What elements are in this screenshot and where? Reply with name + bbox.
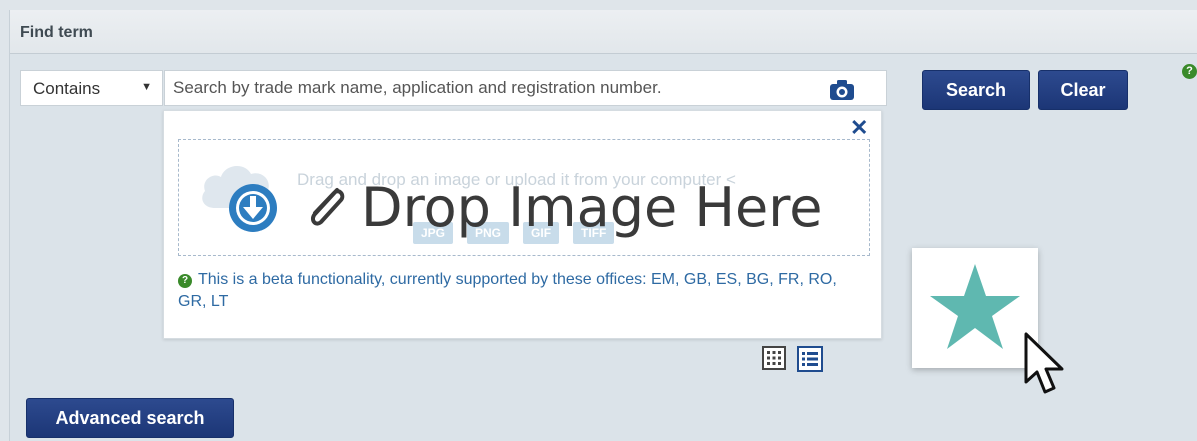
panel-header: Find term: [10, 10, 1197, 54]
chevron-down-icon: ▼: [141, 81, 152, 93]
beta-text: This is a beta functionality, currently …: [178, 271, 837, 310]
match-mode-select[interactable]: Contains ▼: [20, 70, 163, 106]
camera-icon[interactable]: [829, 79, 855, 101]
search-button[interactable]: Search: [922, 70, 1030, 110]
match-mode-value: Contains: [33, 79, 101, 98]
help-icon: ?: [178, 274, 192, 288]
beta-notice: ? This is a beta functionality, currently…: [178, 269, 858, 313]
paperclip-icon: [310, 188, 345, 226]
drop-overlay: Drop Image Here: [227, 180, 822, 236]
cursor-icon: [1024, 332, 1064, 394]
help-icon[interactable]: ?: [1182, 64, 1197, 79]
image-search-dropdown: ✕ Drag and drop an image or upload it fr…: [163, 110, 882, 339]
drop-image-text: Drop Image Here: [361, 176, 823, 239]
panel-title: Find term: [20, 24, 93, 41]
dragged-image-thumbnail[interactable]: [912, 248, 1038, 368]
search-field: [164, 70, 887, 106]
star-icon: [930, 264, 1020, 349]
download-icon: [229, 184, 277, 232]
advanced-search-button[interactable]: Advanced search: [26, 398, 234, 438]
search-input[interactable]: [165, 71, 825, 105]
clear-button[interactable]: Clear: [1038, 70, 1128, 110]
grid-view-icon[interactable]: [762, 346, 786, 370]
close-icon[interactable]: ✕: [850, 117, 868, 139]
list-view-icon[interactable]: [797, 346, 823, 372]
image-dropzone[interactable]: Drag and drop an image or upload it from…: [178, 139, 870, 256]
find-term-panel: Find term Contains ▼ Search Clear ? ✕ Dr…: [9, 10, 1197, 441]
